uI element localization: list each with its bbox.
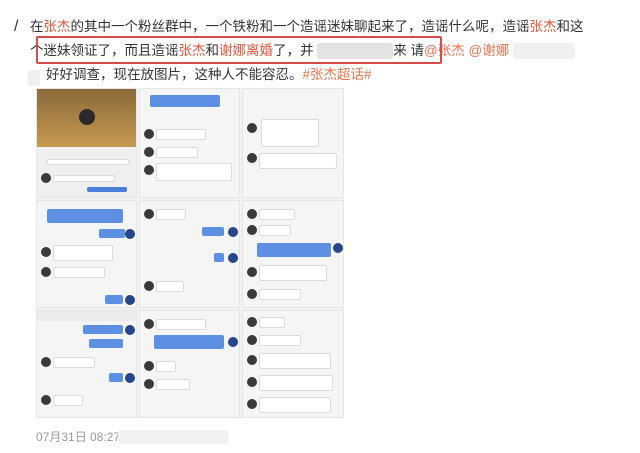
redacted-source [118,430,228,444]
highlight-name: 张杰 [43,19,71,34]
post-line-3: 好好调查，现在放图片，这种人不能容忍。#张杰超话# [46,67,372,82]
screenshot-image-7[interactable] [36,310,137,418]
post-line-1: 在张杰的其中一个粉丝群中，一个铁粉和一个造谣迷妹聊起来了，造谣什么呢，造谣张杰和… [30,19,584,34]
topic-tag[interactable]: 超话# [337,67,372,82]
highlight-name: 张杰 [529,19,557,34]
post-timestamp: 07月31日 08:27 [36,430,121,444]
topic-tag[interactable]: #张杰 [303,67,338,82]
highlight-box [36,36,442,64]
screenshot-image-3[interactable] [242,88,344,198]
avatar [79,109,95,125]
screenshot-image-5[interactable] [139,200,240,308]
image-grid [36,88,344,418]
mention-link[interactable]: @谢娜 [469,43,510,58]
screenshot-image-2[interactable] [139,88,240,198]
redacted-line-start [28,70,40,86]
quote-mark: / [14,18,19,35]
screenshot-image-8[interactable] [139,310,240,418]
screenshot-image-1[interactable] [36,88,137,198]
screenshot-image-9[interactable] [242,310,344,418]
screenshot-image-4[interactable] [36,200,137,308]
redacted-mention [513,43,575,60]
screenshot-image-6[interactable] [242,200,344,308]
